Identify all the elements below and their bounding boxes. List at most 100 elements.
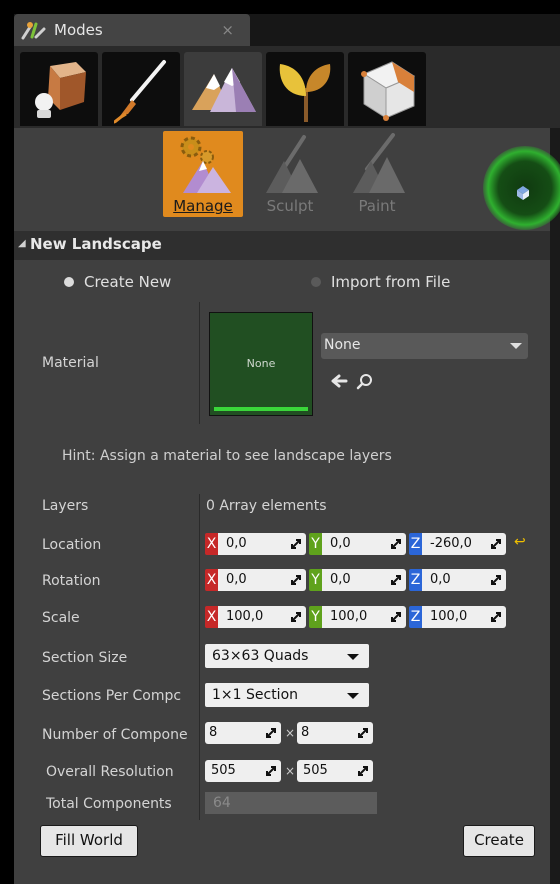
resolution-y-field[interactable]: 505 (297, 760, 373, 782)
new-landscape-section-header[interactable]: ◢ New Landscape (14, 231, 550, 260)
rotation-z-field[interactable]: 0,0 (422, 569, 506, 591)
location-x-axis: X (205, 533, 218, 555)
scale-y-field[interactable]: 100,0 (322, 606, 406, 628)
components-x-field[interactable]: 8 (205, 722, 281, 744)
close-icon[interactable]: × (221, 21, 234, 39)
total-components-label: Total Components (46, 796, 172, 812)
radio-dot-unselected (311, 277, 321, 287)
sculpt-tool-button[interactable]: Sculpt (250, 131, 330, 217)
total-components-field: 64 (205, 792, 377, 814)
property-divider-bottom (199, 494, 200, 820)
manage-gears-icon (180, 136, 231, 193)
drag-grip-icon[interactable] (266, 765, 276, 776)
arrow-left-icon[interactable] (330, 372, 348, 390)
components-y-field[interactable]: 8 (297, 722, 373, 744)
mode-toolbar (14, 46, 560, 128)
material-label: Material (42, 355, 99, 371)
material-thumbnail[interactable]: None (209, 312, 313, 416)
landscape-mode-tab[interactable] (184, 52, 262, 126)
radio-dot-selected (64, 277, 74, 287)
drag-grip-icon[interactable] (358, 727, 368, 738)
property-divider-top (199, 302, 200, 424)
landscape-gizmo-orb[interactable] (483, 146, 560, 230)
material-combo[interactable]: None (321, 333, 528, 359)
sculpt-label: Sculpt (266, 197, 314, 215)
resolution-y-value: 505 (303, 763, 328, 778)
rotation-y-value: 0,0 (330, 572, 351, 587)
paint-mode-tab[interactable] (102, 52, 180, 126)
location-x-value: 0,0 (226, 536, 247, 551)
scale-y-value: 100,0 (330, 609, 368, 624)
section-title: New Landscape (30, 235, 162, 253)
place-icon (35, 62, 86, 118)
scale-z-axis: Z (409, 606, 422, 628)
scale-x-value: 100,0 (226, 609, 264, 624)
reset-to-default-icon[interactable]: ↩ (514, 534, 526, 550)
manage-tool-button[interactable]: Manage (163, 131, 243, 217)
overall-resolution-label: Overall Resolution (46, 764, 174, 780)
search-icon[interactable] (356, 372, 374, 390)
collapse-triangle-icon[interactable]: ◢ (18, 238, 26, 249)
modes-window-tab[interactable]: Modes × (14, 14, 250, 46)
drag-grip-icon[interactable] (391, 611, 401, 622)
components-y-value: 8 (301, 725, 310, 740)
resolution-times: × (285, 764, 296, 778)
scale-x-axis: X (205, 606, 218, 628)
scale-x-field[interactable]: 100,0 (218, 606, 306, 628)
rotation-y-field[interactable]: 0,0 (322, 569, 406, 591)
drag-grip-icon[interactable] (266, 727, 276, 738)
modes-icon (21, 22, 46, 40)
location-z-axis: Z (409, 533, 422, 555)
sections-per-component-dropdown[interactable]: 1×1 Section (205, 683, 369, 707)
sections-per-component-value: 1×1 Section (212, 687, 299, 703)
create-new-radio[interactable]: Create New (64, 273, 171, 291)
window-tab-title: Modes (54, 21, 103, 39)
drag-grip-icon[interactable] (291, 574, 301, 585)
scale-z-field[interactable]: 100,0 (422, 606, 506, 628)
rotation-z-value: 0,0 (430, 572, 451, 587)
drag-grip-icon[interactable] (491, 611, 501, 622)
scale-label: Scale (42, 610, 80, 626)
drag-grip-icon[interactable] (391, 574, 401, 585)
geometry-edit-icon (361, 61, 416, 121)
material-thumbnail-text: None (246, 357, 276, 370)
material-thumbnail-bar (214, 407, 308, 411)
drag-grip-icon[interactable] (391, 538, 401, 549)
components-x-value: 8 (209, 725, 218, 740)
foliage-icon (279, 64, 331, 122)
material-combo-value: None (324, 337, 361, 353)
rotation-x-value: 0,0 (226, 572, 247, 587)
drag-grip-icon[interactable] (358, 765, 368, 776)
place-mode-tab[interactable] (20, 52, 98, 126)
location-label: Location (42, 537, 102, 553)
create-button[interactable]: Create (463, 825, 535, 857)
drag-grip-icon[interactable] (291, 538, 301, 549)
fill-world-button[interactable]: Fill World (40, 825, 138, 857)
drag-grip-icon[interactable] (491, 538, 501, 549)
scale-vector: X 100,0 Y 100,0 Z 100,0 (205, 606, 515, 628)
drag-grip-icon[interactable] (291, 611, 301, 622)
location-z-field[interactable]: -260,0 (422, 533, 506, 555)
landscape-icon (192, 68, 256, 112)
section-size-dropdown[interactable]: 63×63 Quads (205, 644, 369, 668)
layers-label: Layers (42, 498, 89, 514)
paint-label: Paint (358, 197, 396, 215)
chevron-down-icon (347, 693, 359, 699)
scale-z-value: 100,0 (430, 609, 468, 624)
resolution-x-value: 505 (211, 763, 236, 778)
drag-grip-icon[interactable] (491, 574, 501, 585)
location-y-field[interactable]: 0,0 (322, 533, 406, 555)
resolution-x-field[interactable]: 505 (205, 760, 281, 782)
geometry-mode-tab[interactable] (348, 52, 426, 126)
rotation-vector: X 0,0 Y 0,0 Z 0,0 (205, 569, 515, 591)
rotation-x-field[interactable]: 0,0 (218, 569, 306, 591)
components-times: × (285, 726, 296, 740)
create-new-label: Create New (84, 273, 172, 291)
location-x-field[interactable]: 0,0 (218, 533, 306, 555)
paint-tool-button[interactable]: Paint (337, 131, 417, 217)
import-from-file-radio[interactable]: Import from File (311, 273, 450, 291)
chevron-down-icon (347, 654, 359, 660)
rotation-label: Rotation (42, 573, 101, 589)
foliage-mode-tab[interactable] (266, 52, 344, 126)
scale-y-axis: Y (309, 606, 322, 628)
